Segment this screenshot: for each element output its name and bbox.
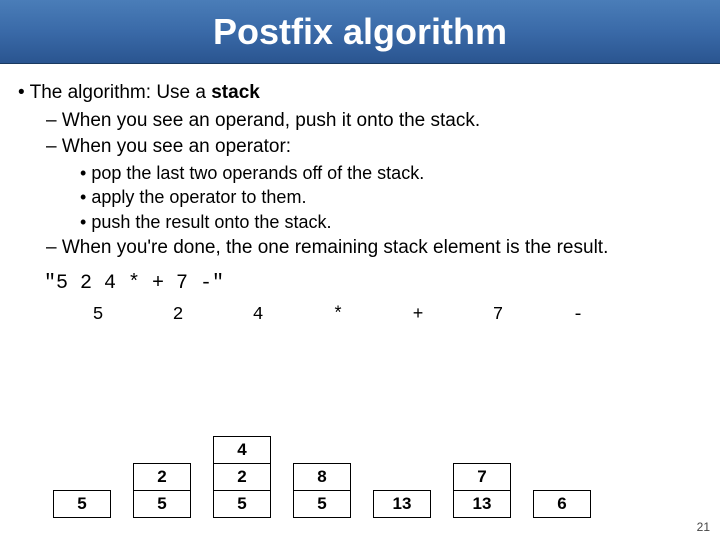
expression-literal: "5 2 4 * + 7 -" (44, 270, 702, 297)
slide-body: • The algorithm: Use a stack – When you … (0, 64, 720, 328)
bullet-l3c: push the result onto the stack. (91, 212, 331, 232)
stack-cell: 2 (213, 463, 271, 491)
stack-column: 7 13 (442, 464, 522, 518)
bullet-level3: • pop the last two operands off of the s… (80, 161, 702, 185)
bullet-l3a: pop the last two operands off of the sta… (91, 163, 424, 183)
stack-cell: 13 (373, 490, 431, 518)
token: 4 (218, 303, 298, 327)
stack-column: 13 (362, 491, 442, 518)
bullet-l2b: When you see an operator: (62, 136, 291, 157)
token: 5 (58, 303, 138, 327)
token: * (298, 303, 378, 327)
stack-column: 4 2 5 (202, 437, 282, 518)
stack-cell: 2 (133, 463, 191, 491)
bullet-level2: – When you're done, the one remaining st… (46, 235, 702, 261)
stack-cell: 4 (213, 436, 271, 464)
bullet-level1: • The algorithm: Use a stack (18, 80, 702, 106)
stack-cell: 5 (53, 490, 111, 518)
bullet-level3: • push the result onto the stack. (80, 210, 702, 234)
bullet-l1-bold: stack (211, 82, 260, 103)
stack-cell: 6 (533, 490, 591, 518)
bullet-l1-text: The algorithm: Use a (30, 82, 212, 103)
page-number: 21 (697, 520, 710, 534)
bullet-l3b: apply the operator to them. (91, 187, 306, 207)
tokens-row: 5 2 4 * + 7 - (58, 303, 702, 327)
bullet-l2a: When you see an operand, push it onto th… (62, 110, 480, 131)
bullet-level2: – When you see an operator: (46, 134, 702, 160)
token: - (538, 303, 618, 327)
bullet-level2: – When you see an operand, push it onto … (46, 108, 702, 134)
stack-cell: 8 (293, 463, 351, 491)
stack-column: 8 5 (282, 464, 362, 518)
stack-cell: 7 (453, 463, 511, 491)
stack-column: 5 (42, 491, 122, 518)
token: 7 (458, 303, 538, 327)
stack-column: 2 5 (122, 464, 202, 518)
stack-column: 6 (522, 491, 602, 518)
token: + (378, 303, 458, 327)
title-bar: Postfix algorithm (0, 0, 720, 64)
stack-cell: 5 (293, 490, 351, 518)
stack-cell: 5 (133, 490, 191, 518)
bullet-level3: • apply the operator to them. (80, 185, 702, 209)
stack-trace-area: 5 2 5 4 2 5 8 5 13 7 13 6 (42, 437, 602, 518)
slide-title: Postfix algorithm (213, 11, 507, 53)
stack-cell: 13 (453, 490, 511, 518)
stack-cell: 5 (213, 490, 271, 518)
token: 2 (138, 303, 218, 327)
bullet-l2c: When you're done, the one remaining stac… (62, 237, 608, 258)
